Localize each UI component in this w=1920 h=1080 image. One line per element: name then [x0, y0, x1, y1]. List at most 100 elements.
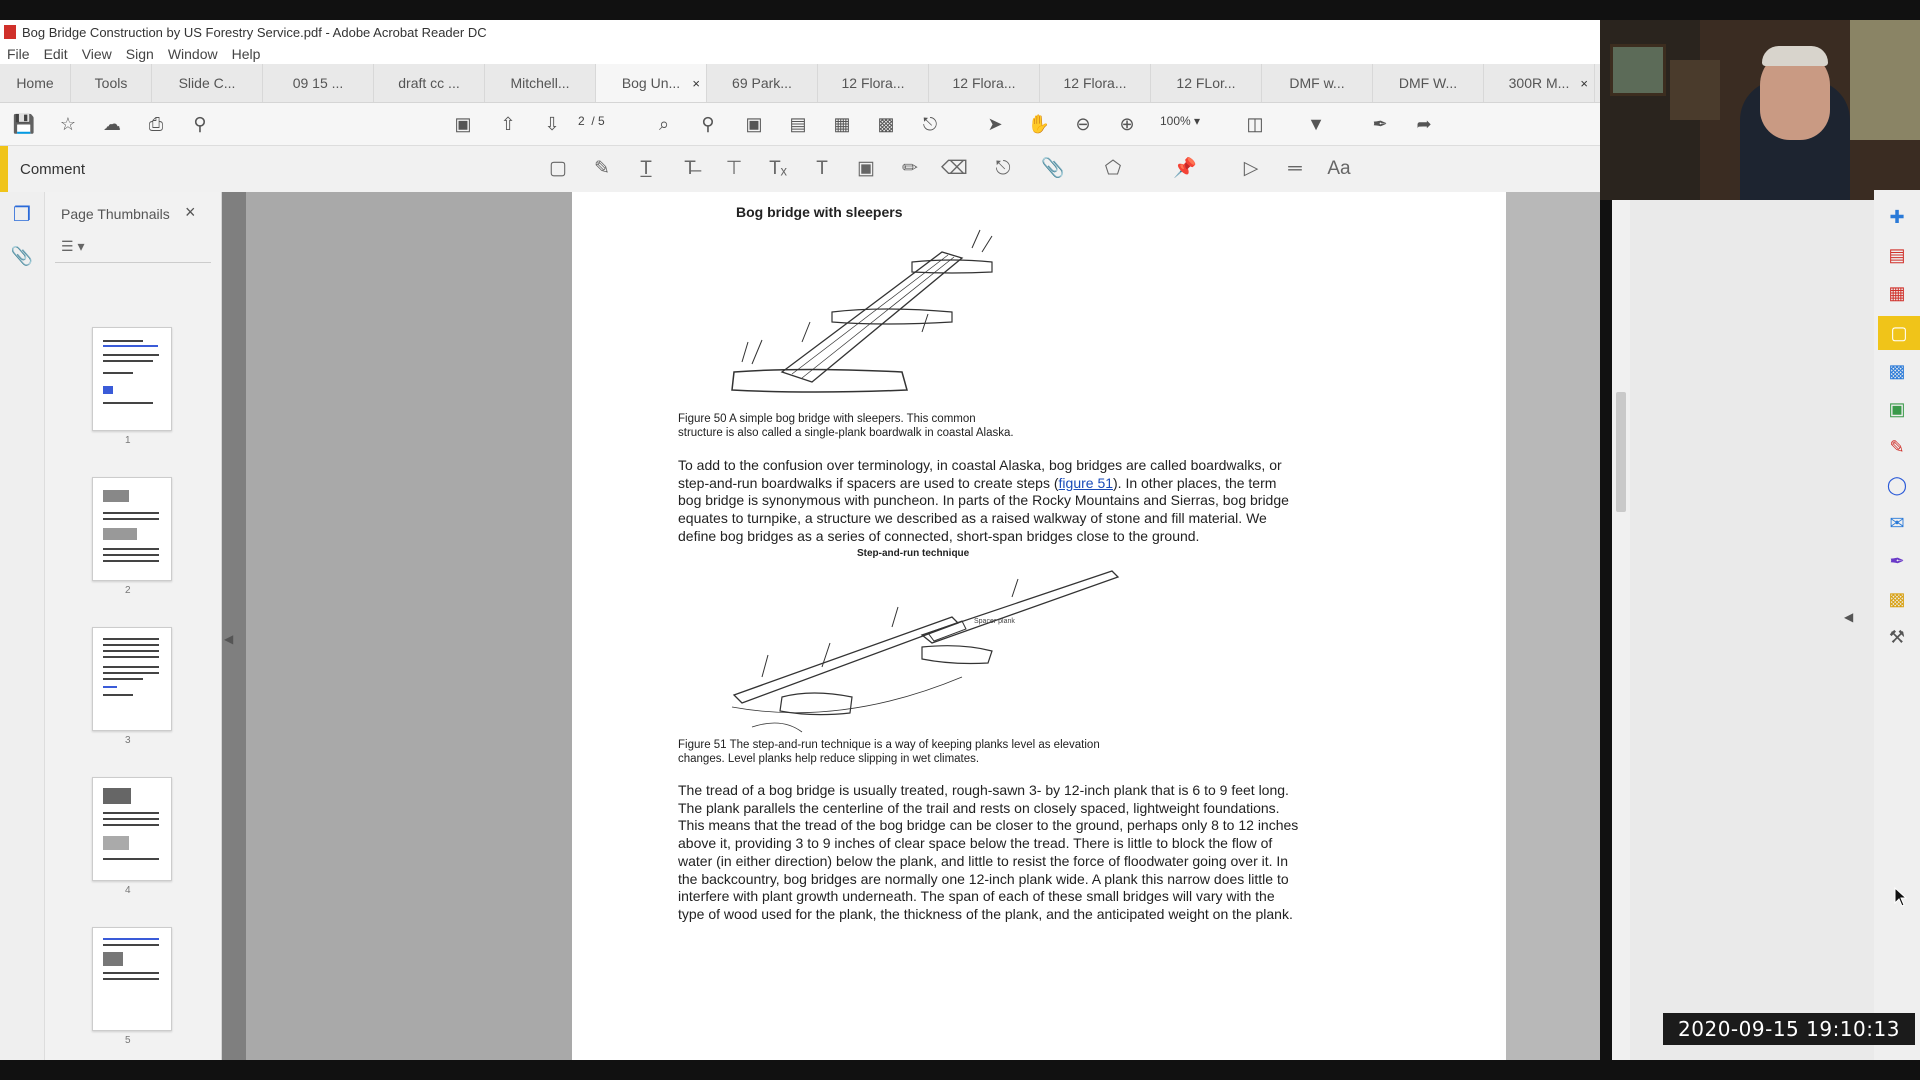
tab-document[interactable]: DMF w...: [1262, 64, 1373, 102]
eraser-icon[interactable]: ⌫: [941, 158, 968, 180]
menu-help[interactable]: Help: [232, 46, 261, 62]
paragraph-2: The tread of a bog bridge is usually tre…: [678, 782, 1398, 924]
tab-close-icon[interactable]: ×: [1580, 76, 1588, 91]
tab-close-icon[interactable]: ×: [692, 76, 700, 91]
attach-file-icon[interactable]: 📎: [1040, 158, 1066, 180]
paragraph-1-line: define bog bridges as a series of connec…: [678, 527, 1200, 544]
tab-document[interactable]: DMF W...: [1373, 64, 1484, 102]
collapse-left-panel-icon[interactable]: ◀: [224, 632, 233, 646]
font-size-icon[interactable]: Aa: [1326, 158, 1352, 180]
vertical-scrollbar[interactable]: [1612, 172, 1630, 1060]
page-view-icon[interactable]: ▤: [786, 113, 810, 135]
page-number-field[interactable]: 2 / 5: [578, 114, 618, 134]
scrollbar-thumb[interactable]: [1616, 392, 1626, 512]
underline-text-icon[interactable]: T̲: [633, 158, 659, 180]
create-pdf-icon[interactable]: ✚: [1884, 204, 1910, 230]
sticky-note-icon[interactable]: ▢: [545, 158, 571, 180]
menu-file[interactable]: File: [7, 46, 30, 62]
bookmark-star-icon[interactable]: ☆: [56, 113, 80, 135]
combine-files-icon[interactable]: ▣: [1884, 396, 1910, 422]
strikethrough-icon[interactable]: T̶: [677, 158, 703, 180]
stamp-icon[interactable]: ⎋: [918, 113, 942, 135]
collapse-right-panel-icon[interactable]: ◀: [1844, 610, 1853, 624]
menu-view[interactable]: View: [82, 46, 112, 62]
hand-tool-icon[interactable]: ✋: [1027, 113, 1051, 135]
export-pdf-icon[interactable]: ▦: [830, 113, 854, 135]
tab-document[interactable]: 12 Flora...: [818, 64, 929, 102]
insert-text-icon[interactable]: Tₓ: [765, 158, 791, 180]
figure-50-title: Bog bridge with sleepers: [736, 204, 903, 220]
tab-document[interactable]: 69 Park...: [707, 64, 818, 102]
select-cursor-icon[interactable]: ➤: [983, 113, 1007, 135]
tab-document[interactable]: 09 15 ...: [263, 64, 374, 102]
cloud-upload-icon[interactable]: ☁: [100, 113, 124, 135]
page-up-icon[interactable]: ⇧: [496, 113, 520, 135]
zoom-in-icon[interactable]: ⊕: [1115, 113, 1139, 135]
request-signature-icon[interactable]: ✒: [1884, 548, 1910, 574]
close-icon[interactable]: ×: [185, 202, 196, 223]
tab-document[interactable]: Slide C...: [152, 64, 263, 102]
tab-tools[interactable]: Tools: [71, 64, 152, 102]
share-tool-icon[interactable]: ✉: [1884, 510, 1910, 536]
thumbnail-page-1[interactable]: [92, 327, 172, 431]
fill-sign-icon[interactable]: ✎: [1884, 434, 1910, 460]
page-layout-icon[interactable]: ◫: [1243, 113, 1267, 135]
pin-icon[interactable]: 📌: [1172, 158, 1198, 180]
tab-document[interactable]: 12 FLor...: [1151, 64, 1262, 102]
menu-sign[interactable]: Sign: [126, 46, 154, 62]
thumbnail-page-3[interactable]: [92, 627, 172, 731]
comment-tool-icon[interactable]: ▢: [1878, 316, 1920, 350]
sign-icon[interactable]: ✒: [1368, 113, 1392, 135]
export-pdf-tool-icon[interactable]: ▦: [1884, 280, 1910, 306]
share-icon[interactable]: ➦: [1412, 113, 1436, 135]
search-icon[interactable]: ⚲: [188, 113, 212, 135]
thumbnail-page-5[interactable]: [92, 927, 172, 1031]
save-icon[interactable]: 💾: [12, 113, 36, 135]
zoom-tool-icon[interactable]: ⚲: [696, 113, 720, 135]
thumbnail-page-4[interactable]: [92, 777, 172, 881]
pencil-icon[interactable]: ✏: [897, 158, 923, 180]
tab-document[interactable]: draft cc ...: [374, 64, 485, 102]
tab-document[interactable]: Mitchell...: [485, 64, 596, 102]
zoom-level-select[interactable]: 100% ▾: [1160, 114, 1220, 134]
tab-home[interactable]: Home: [0, 64, 71, 102]
paragraph-1-line: To add to the confusion over terminology…: [678, 457, 1282, 473]
fit-page-icon[interactable]: ▣: [742, 113, 766, 135]
fill-color-icon[interactable]: ▷: [1238, 158, 1264, 180]
send-for-comments-icon[interactable]: ▩: [1884, 358, 1910, 384]
organize-pages-icon[interactable]: ▤: [1884, 242, 1910, 268]
protect-icon[interactable]: ◯: [1884, 472, 1910, 498]
stamp-tool-icon[interactable]: ⎋: [990, 158, 1016, 180]
tab-label: DMF w...: [1289, 75, 1345, 91]
tab-document[interactable]: 12 Flora...: [1040, 64, 1151, 102]
add-text-icon[interactable]: T: [809, 158, 835, 180]
document-viewer: ◀ Bog bridge with sleepers Figure 50 A s…: [222, 192, 1600, 1060]
tab-document-active[interactable]: Bog Un... ×: [596, 64, 707, 102]
print-icon[interactable]: ⎙: [144, 113, 168, 135]
attachments-icon[interactable]: 📎: [10, 246, 34, 270]
menu-window[interactable]: Window: [168, 46, 218, 62]
tab-document[interactable]: 12 Flora...: [929, 64, 1040, 102]
image-icon[interactable]: ▩: [874, 113, 898, 135]
comment-label: Comment: [20, 161, 86, 178]
tab-document[interactable]: 300R M... ×: [1484, 64, 1595, 102]
more-tools-icon[interactable]: ⚒: [1884, 624, 1910, 650]
page-down-icon[interactable]: ⇩: [540, 113, 564, 135]
thumbnail-options-icon[interactable]: ☰ ▾: [61, 238, 101, 256]
read-mode-icon[interactable]: ▼: [1304, 113, 1328, 135]
find-text-icon[interactable]: ⌕: [652, 113, 676, 135]
figure-51-link[interactable]: figure 51: [1059, 475, 1113, 491]
thumbnail-page-2[interactable]: [92, 477, 172, 581]
highlight-icon[interactable]: ✎: [589, 158, 615, 180]
line-weight-icon[interactable]: ═: [1282, 158, 1308, 180]
chevron-down-icon: ▾: [1194, 114, 1201, 128]
page-current[interactable]: 2: [578, 114, 585, 128]
text-box-icon[interactable]: ▣: [853, 158, 879, 180]
zoom-out-icon[interactable]: ⊖: [1071, 113, 1095, 135]
shapes-icon[interactable]: ⬠: [1100, 158, 1126, 180]
snapshot-icon[interactable]: ▣: [451, 113, 475, 135]
page-thumbnails-icon[interactable]: ❐: [10, 202, 34, 226]
replace-text-icon[interactable]: ⊤: [721, 158, 747, 180]
menu-edit[interactable]: Edit: [44, 46, 68, 62]
enhance-scans-icon[interactable]: ▩: [1884, 586, 1910, 612]
